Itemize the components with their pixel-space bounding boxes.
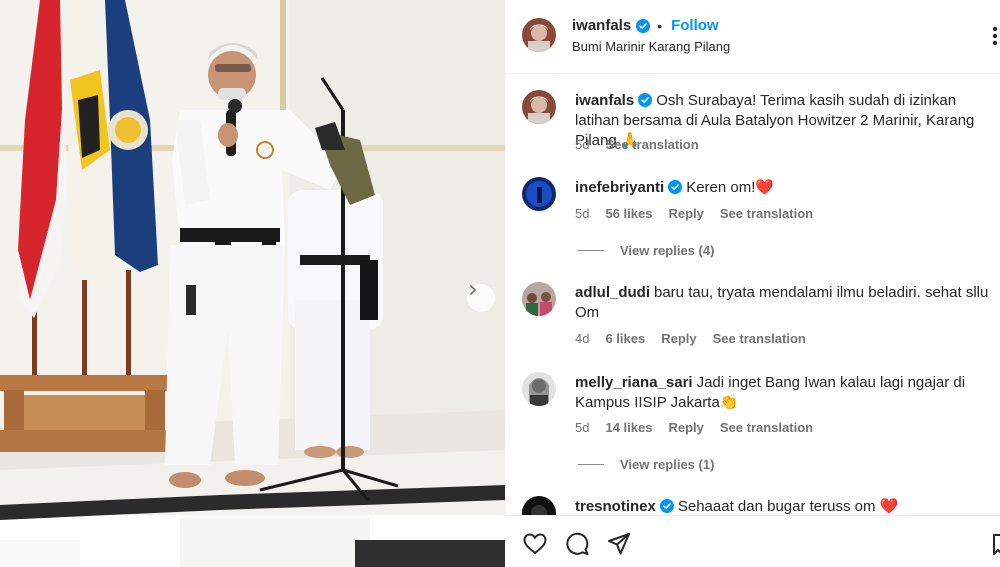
caption-avatar[interactable] [522, 90, 556, 124]
verified-badge-icon [659, 499, 674, 513]
reply-button[interactable]: Reply [668, 206, 703, 221]
commenter-avatar[interactable] [522, 372, 556, 406]
comment-time[interactable]: 5d [575, 420, 589, 435]
comment-username[interactable]: tresnotinex [575, 498, 656, 515]
replies-divider [578, 250, 604, 251]
see-translation-link[interactable]: See translation [713, 331, 806, 346]
view-replies-label: View replies (4) [620, 243, 715, 258]
comment-username[interactable]: adlul_dudi [575, 284, 650, 301]
verified-badge-icon [636, 18, 651, 33]
comment-body: inefebriyanti Keren om!❤️ [575, 178, 990, 198]
post-location[interactable]: Bumi Marinir Karang Pilang [572, 39, 730, 54]
post-photo [0, 0, 505, 567]
comment-time[interactable]: 4d [575, 331, 589, 346]
share-icon[interactable] [606, 531, 632, 557]
caption-username[interactable]: iwanfals [575, 92, 634, 109]
bookmark-icon[interactable] [993, 531, 1000, 557]
comment-meta: 5d 56 likes Reply See translation [575, 206, 813, 221]
next-media-button[interactable] [467, 284, 495, 312]
header-title-row: iwanfals • Follow [572, 17, 719, 34]
comment-text: Keren om!❤️ [686, 179, 775, 196]
post-action-bar [505, 515, 1000, 567]
comment-body: adlul_dudi baru tau, tryata mendalami ilm… [575, 283, 990, 323]
comment-likes[interactable]: 56 likes [605, 206, 652, 221]
commenter-avatar[interactable] [522, 177, 556, 211]
view-replies-label: View replies (1) [620, 457, 715, 472]
commenter-avatar[interactable] [522, 282, 556, 316]
comment-icon[interactable] [564, 531, 590, 557]
more-options-icon[interactable] [990, 25, 1000, 47]
reply-button[interactable]: Reply [668, 420, 703, 435]
comment-body: melly_riana_sari Jadi inget Bang Iwan kal… [575, 373, 990, 413]
post-panel: iwanfals • Follow Bumi Marinir Karang Pi… [505, 0, 1000, 567]
verified-badge-icon [668, 180, 683, 194]
see-translation-link[interactable]: See translation [605, 137, 698, 152]
comment-text: Sehaaat dan bugar teruss om ❤️ [677, 498, 899, 515]
comment-username[interactable]: inefebriyanti [575, 179, 664, 196]
caption-time[interactable]: 5d [575, 137, 589, 152]
comment-body: tresnotinex Sehaaat dan bugar teruss om ❤… [575, 497, 990, 515]
comments-list[interactable]: iwanfals Osh Surabaya! Terima kasih sudah… [505, 74, 1000, 515]
heart-icon[interactable] [522, 531, 548, 557]
comment-username[interactable]: melly_riana_sari [575, 374, 693, 391]
comment-meta: 4d 6 likes Reply See translation [575, 331, 806, 346]
follow-button[interactable]: Follow [671, 17, 719, 34]
comment-likes[interactable]: 14 likes [605, 420, 652, 435]
replies-divider [578, 464, 604, 465]
see-translation-link[interactable]: See translation [720, 420, 813, 435]
see-translation-link[interactable]: See translation [720, 206, 813, 221]
author-username[interactable]: iwanfals [572, 17, 631, 34]
caption-meta: 5d See translation [575, 137, 699, 152]
view-replies-button[interactable]: View replies (1) [578, 457, 714, 472]
reply-button[interactable]: Reply [661, 331, 696, 346]
comment-likes[interactable]: 6 likes [605, 331, 645, 346]
separator-dot: • [657, 17, 663, 34]
comment-meta: 5d 14 likes Reply See translation [575, 420, 813, 435]
chevron-right-icon [470, 285, 476, 295]
post-media[interactable] [0, 0, 505, 567]
comment-time[interactable]: 5d [575, 206, 589, 221]
view-replies-button[interactable]: View replies (4) [578, 243, 714, 258]
post-header: iwanfals • Follow Bumi Marinir Karang Pi… [505, 0, 1000, 74]
verified-badge-icon [638, 93, 653, 107]
author-avatar[interactable] [522, 18, 556, 52]
commenter-avatar[interactable] [522, 496, 556, 515]
